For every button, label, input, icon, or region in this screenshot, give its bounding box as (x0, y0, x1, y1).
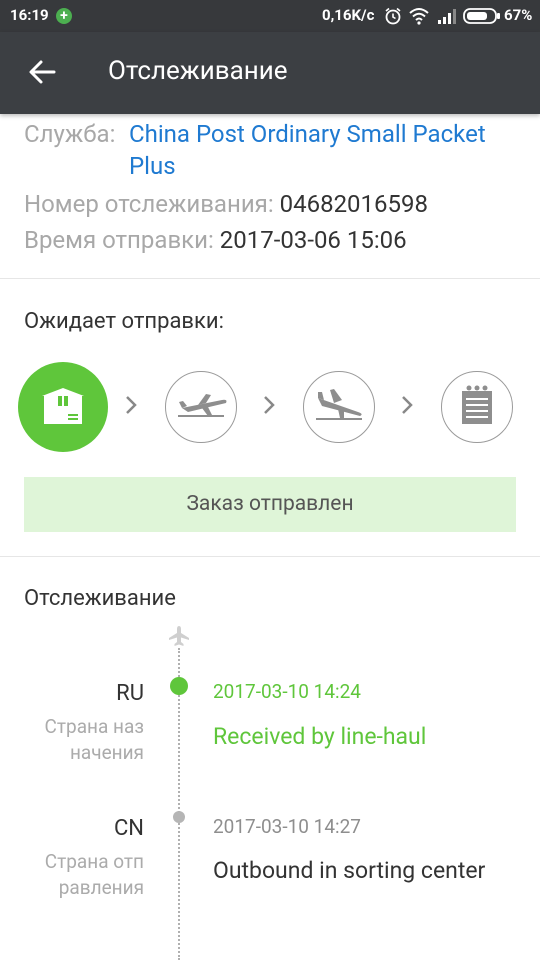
sent-time-row: Время отправки: 2017-03-06 15:06 (24, 224, 524, 256)
event-country-code: CN (113, 816, 144, 841)
event-country-label: Страна отп равления (44, 850, 144, 899)
status-time: 16:19 (10, 6, 49, 24)
chevron-right-icon (126, 396, 137, 414)
divider (0, 278, 540, 279)
status-bar: 16:19 + 0,16K/c 67% (0, 0, 540, 32)
chevron-right-icon (264, 396, 275, 414)
tracking-number-value: 04682016598 (279, 190, 428, 218)
divider (0, 556, 540, 557)
timeline-dot (173, 811, 185, 823)
sent-time-label: Время отправки: (24, 226, 214, 254)
network-speed: 0,16K/c (322, 6, 375, 24)
notification-plus-icon: + (56, 8, 72, 24)
step-delivered (441, 371, 513, 443)
event-time: 2017-03-10 14:27 (213, 815, 361, 838)
alarm-icon (385, 7, 401, 25)
shipment-info: Служба: China Post Ordinary Small Packet… (24, 118, 524, 256)
event-time: 2017-03-10 14:24 (213, 680, 361, 703)
step-departure (165, 371, 237, 443)
plane-icon (169, 626, 189, 646)
battery-percent: 67% (504, 6, 533, 24)
tracking-section-title: Отслеживание (24, 586, 176, 611)
battery-icon (463, 8, 500, 24)
event-country-label: Страна наз начения (44, 715, 144, 764)
page-title: Отслеживание (108, 56, 288, 86)
sent-time-value: 2017-03-06 15:06 (219, 226, 407, 254)
event-country-code: RU (116, 681, 144, 706)
awaiting-heading: Ожидает отправки: (24, 309, 224, 334)
step-shipped (18, 362, 108, 452)
plane-landing-icon (316, 389, 362, 420)
tracking-number-row: Номер отслеживания: 04682016598 (24, 188, 524, 220)
status-banner: Заказ отправлен (24, 477, 516, 532)
timeline-dot-active (170, 677, 188, 695)
event-status: Outbound in sorting center (213, 857, 486, 884)
package-icon (42, 388, 84, 424)
tracking-number-label: Номер отслеживания: (24, 190, 274, 218)
signal-icon (438, 9, 456, 24)
delivered-board-icon (462, 385, 492, 424)
plane-takeoff-icon (178, 394, 227, 417)
app-bar: Отслеживание (0, 32, 540, 114)
step-arrival (303, 371, 375, 443)
back-arrow-icon[interactable] (26, 56, 58, 88)
event-status: Received by line-haul (213, 723, 427, 750)
service-row: Служба: China Post Ordinary Small Packet… (24, 118, 524, 182)
chevron-right-icon (402, 396, 413, 414)
service-label: Служба: (24, 120, 116, 148)
wifi-icon (409, 8, 429, 25)
service-value-link[interactable]: China Post Ordinary Small Packet Plus (129, 120, 486, 180)
